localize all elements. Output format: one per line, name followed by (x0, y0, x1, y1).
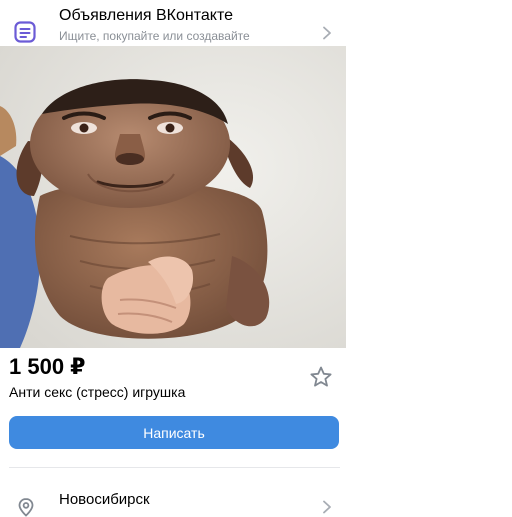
chevron-right-icon (323, 26, 331, 40)
dog-photo (0, 46, 346, 348)
listing-photo[interactable] (0, 46, 346, 348)
app-subtitle: Ищите, покупайте или создавайте (59, 29, 250, 43)
app-header[interactable]: Объявления ВКонтакте Ищите, покупайте ил… (0, 0, 346, 46)
location-pin-icon (18, 498, 34, 517)
star-icon[interactable] (309, 365, 333, 389)
write-message-button[interactable]: Написать (9, 416, 339, 449)
listing-price: 1 500 ₽ (9, 354, 86, 379)
listing-title: Анти секс (стресс) игрушка (9, 384, 186, 400)
location-city: Новосибирск (59, 491, 150, 508)
app-title: Объявления ВКонтакте (59, 7, 233, 24)
section-divider (9, 467, 340, 468)
classifieds-icon (14, 21, 36, 43)
